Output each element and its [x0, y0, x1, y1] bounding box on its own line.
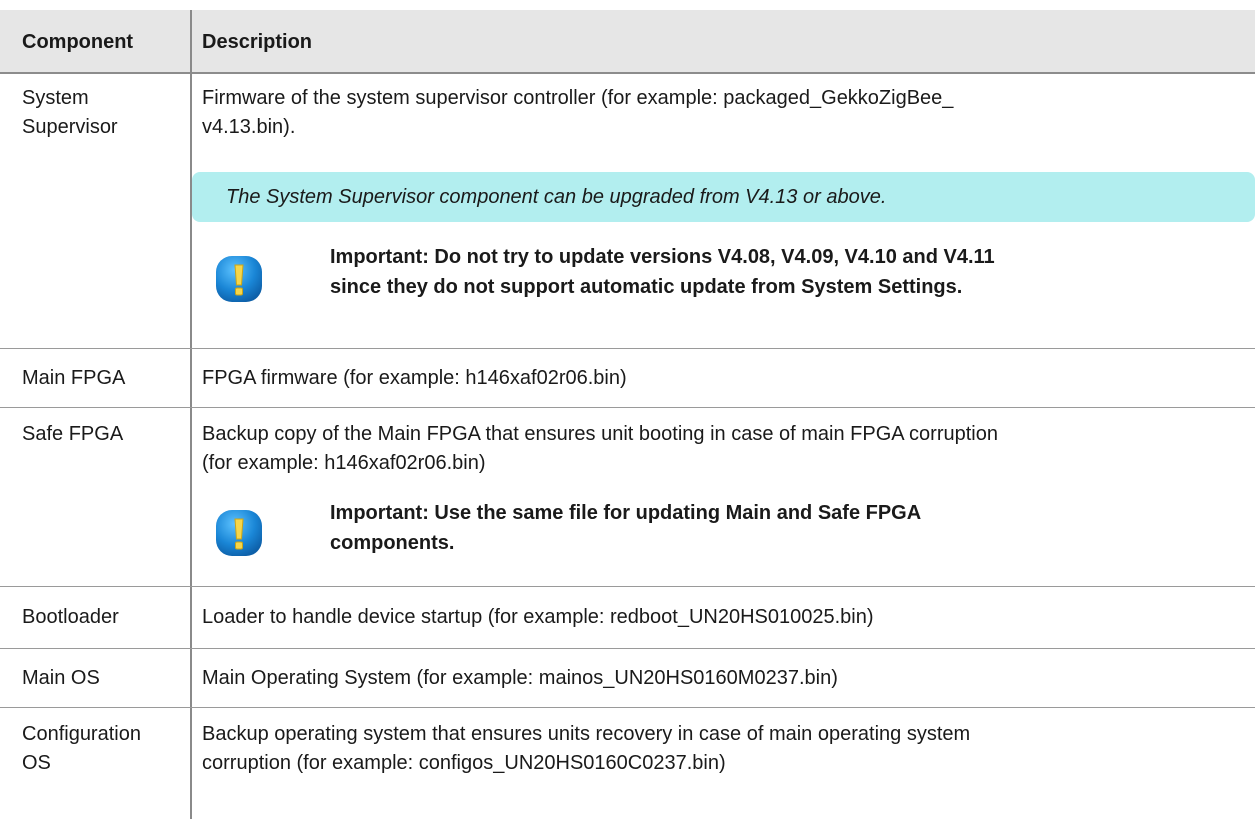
important-text: Important: Do not try to update versions… — [330, 242, 1170, 302]
description-line: (for example: h146xaf02r06.bin) — [202, 452, 486, 474]
important-callout: Important: Do not try to update versions… — [214, 242, 1244, 312]
important-text: Important: Use the same file for updatin… — [330, 498, 1170, 558]
component-cell: Main FPGA — [22, 367, 126, 389]
description-line: Backup copy of the Main FPGA that ensure… — [202, 423, 998, 445]
component-cell: Bootloader — [22, 606, 119, 628]
component-cell: Main OS — [22, 667, 100, 689]
table-row-safe-fpga: Safe FPGA Backup copy of the Main FPGA t… — [0, 408, 1255, 587]
component-line: System — [22, 87, 89, 109]
component-line: OS — [22, 752, 51, 774]
table-row-system-supervisor: System Supervisor Firmware of the system… — [0, 74, 1255, 349]
description-cell: Main Operating System (for example: main… — [202, 667, 838, 689]
component-line: Supervisor — [22, 116, 118, 138]
table-row-configuration-os: Configuration OS Backup operating system… — [0, 708, 1255, 819]
exclamation-icon — [216, 510, 262, 556]
table-header: Component Description — [0, 10, 1255, 74]
exclamation-icon — [216, 256, 262, 302]
component-line: Configuration — [22, 723, 141, 745]
table-row-bootloader: Bootloader Loader to handle device start… — [0, 587, 1255, 649]
note-box: The System Supervisor component can be u… — [192, 172, 1255, 222]
component-cell: Configuration OS — [22, 720, 182, 778]
component-cell: System Supervisor — [22, 84, 182, 142]
description-cell: Firmware of the system supervisor contro… — [202, 84, 1242, 142]
description-cell: Backup operating system that ensures uni… — [202, 720, 1242, 778]
description-line: Firmware of the system supervisor contro… — [202, 87, 954, 109]
description-line: corruption (for example: configos_UN20HS… — [202, 752, 726, 774]
component-cell: Safe FPGA — [22, 423, 124, 445]
description-cell: Backup copy of the Main FPGA that ensure… — [202, 420, 1242, 478]
table-row-main-fpga: Main FPGA FPGA firmware (for example: h1… — [0, 349, 1255, 408]
important-line: Important: Use the same file for updatin… — [330, 502, 922, 524]
table-row-main-os: Main OS Main Operating System (for examp… — [0, 649, 1255, 708]
important-line: since they do not support automatic upda… — [330, 276, 963, 298]
description-cell: Loader to handle device startup (for exa… — [202, 606, 874, 628]
header-description: Description — [202, 31, 313, 53]
important-callout: Important: Use the same file for updatin… — [214, 498, 1244, 568]
description-line: v4.13.bin). — [202, 116, 296, 138]
description-cell: FPGA firmware (for example: h146xaf02r06… — [202, 367, 627, 389]
header-component: Component — [22, 31, 134, 53]
important-line: components. — [330, 532, 455, 554]
description-line: Backup operating system that ensures uni… — [202, 723, 971, 745]
important-line: Important: Do not try to update versions… — [330, 246, 995, 268]
